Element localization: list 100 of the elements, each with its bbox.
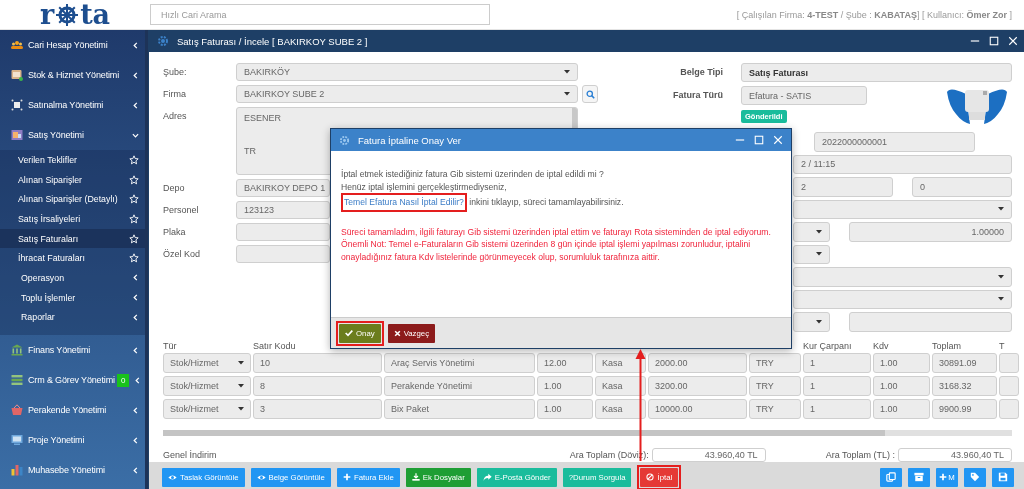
eye-icon bbox=[168, 472, 177, 482]
text-field[interactable]: Kasa bbox=[595, 375, 646, 396]
text-field[interactable]: 1.00 bbox=[537, 375, 593, 396]
sidebar-item[interactable]: Operasyon bbox=[0, 268, 145, 288]
sidebar-item[interactable]: Muhasebe Yönetimi bbox=[0, 455, 145, 486]
sidebar-item[interactable]: Proje Yönetimi bbox=[0, 425, 145, 456]
text-field[interactable]: Perakende Yönetimi bbox=[384, 375, 535, 396]
sidebar-item[interactable]: Crm & Görev Yönetimi 0 bbox=[0, 365, 145, 396]
text-field[interactable]: 1.00 bbox=[537, 398, 593, 419]
text-field[interactable] bbox=[236, 223, 330, 241]
sidebar-item[interactable]: Satış Faturaları bbox=[0, 228, 145, 249]
sidebar-item[interactable]: Cari Hesap Yönetimi bbox=[0, 30, 145, 60]
archive-button[interactable] bbox=[908, 467, 930, 487]
sidebar-item[interactable]: Alınan Siparişler (Detaylı) bbox=[0, 189, 145, 210]
text-field[interactable]: Bix Paket bbox=[384, 398, 535, 419]
field-label: Ara Toplam (TL) : bbox=[825, 449, 895, 460]
select-field[interactable]: BAKIRKÖY bbox=[236, 63, 578, 81]
text-field[interactable]: 1 bbox=[803, 375, 871, 396]
text-field[interactable]: 12.00 bbox=[537, 352, 593, 373]
text-field[interactable]: 9900.99 bbox=[932, 398, 997, 419]
logo-text: ta bbox=[80, 0, 111, 29]
text-field[interactable]: 2 bbox=[793, 177, 893, 197]
sidebar-item[interactable]: Satış Yönetimi bbox=[0, 120, 145, 150]
sidebar-item[interactable]: Satış İrsaliyeleri bbox=[0, 209, 145, 229]
text-field[interactable] bbox=[999, 398, 1019, 419]
text-field[interactable]: 3200.00 bbox=[648, 375, 747, 396]
text-field[interactable]: 30891.09 bbox=[932, 352, 997, 373]
select-field[interactable] bbox=[793, 222, 830, 242]
copy-button[interactable] bbox=[880, 467, 902, 487]
text-field[interactable]: 0 bbox=[912, 177, 1012, 197]
text-field[interactable]: Araç Servis Yönetimi bbox=[384, 352, 535, 373]
save-button[interactable] bbox=[992, 467, 1014, 487]
text-field[interactable]: Efatura - SATIS bbox=[741, 86, 867, 105]
sidebar-item[interactable]: Perakende Yönetimi bbox=[0, 395, 145, 426]
check-icon bbox=[345, 329, 353, 337]
sidebar-item[interactable]: Finans Yönetimi bbox=[0, 335, 145, 366]
select-field[interactable] bbox=[793, 289, 1012, 309]
text-field[interactable]: 1.00 bbox=[873, 352, 930, 373]
caret-icon bbox=[238, 406, 244, 411]
text-field[interactable] bbox=[999, 352, 1019, 373]
search-button[interactable] bbox=[582, 85, 598, 103]
select-field[interactable] bbox=[793, 199, 1012, 219]
hint-text: Henüz iptal işlemini gerçekleştirmediyseniz, bbox=[341, 180, 508, 193]
text-field[interactable]: 1 bbox=[803, 398, 871, 419]
text-field[interactable]: 1.00 bbox=[873, 375, 930, 396]
sidebar-item[interactable]: Raporlar bbox=[0, 307, 145, 328]
eye-icon bbox=[256, 472, 266, 482]
text-field[interactable]: 1 bbox=[803, 352, 871, 373]
star-icon bbox=[129, 253, 139, 264]
sidebar-item[interactable]: Alınan Siparişler bbox=[0, 169, 145, 190]
sidebar-item[interactable]: Verilen Teklifler bbox=[0, 150, 145, 170]
close-icon bbox=[1008, 36, 1018, 46]
text-field[interactable] bbox=[236, 245, 330, 263]
download-icon bbox=[411, 473, 420, 481]
select-field[interactable] bbox=[793, 312, 830, 332]
text-field[interactable]: 2000.00 bbox=[648, 352, 747, 373]
text-field[interactable] bbox=[849, 312, 1012, 332]
text-field[interactable]: 2 / 11:15 bbox=[793, 154, 1012, 174]
text-field[interactable]: 1.00 bbox=[873, 398, 930, 419]
text-field[interactable]: TRY bbox=[749, 398, 801, 419]
search-field[interactable]: Hızlı Cari Arama bbox=[150, 4, 490, 25]
sidebar-item[interactable]: İhracat Faturaları bbox=[0, 248, 145, 269]
share-arrow-icon bbox=[482, 472, 492, 482]
select-field[interactable]: Stok/Hizmet bbox=[163, 398, 251, 419]
column-header: Toplam bbox=[932, 340, 961, 351]
text-field[interactable]: TRY bbox=[749, 375, 801, 396]
logo-text: r bbox=[39, 0, 55, 29]
text-field[interactable]: BAKIRKOY DEPO 1 bbox=[236, 179, 330, 197]
text-field[interactable]: 123123 bbox=[236, 201, 330, 219]
text-field[interactable]: Satış Faturası bbox=[741, 63, 1012, 82]
select-field[interactable] bbox=[793, 244, 830, 264]
text-field[interactable] bbox=[999, 375, 1019, 396]
text-field[interactable]: 2022000000001 bbox=[814, 132, 975, 152]
field-label: Özel Kod bbox=[163, 248, 202, 261]
star-icon bbox=[129, 213, 139, 224]
ship-wheel-icon bbox=[55, 2, 80, 27]
text-field[interactable]: 3 bbox=[253, 398, 382, 419]
tag-button[interactable] bbox=[964, 467, 986, 487]
text-field[interactable]: Kasa bbox=[595, 352, 646, 373]
scrollbar[interactable] bbox=[163, 429, 1012, 436]
text-field[interactable]: Kasa bbox=[595, 398, 646, 419]
select-field[interactable] bbox=[793, 267, 1012, 287]
list-icon bbox=[11, 374, 23, 387]
text-field[interactable]: 10 bbox=[253, 352, 382, 373]
caret-icon bbox=[998, 274, 1004, 279]
number-field[interactable]: 1.00000 bbox=[849, 222, 1012, 242]
text-field[interactable]: 3168.32 bbox=[932, 375, 997, 396]
select-field[interactable]: Stok/Hizmet bbox=[163, 375, 251, 396]
sidebar-item[interactable]: Toplu İşlemler bbox=[0, 287, 145, 308]
dialog-title: Fatura İptaline Onay Ver bbox=[358, 134, 461, 146]
field-label: Şube: bbox=[163, 66, 188, 79]
text-field[interactable]: 10000.00 bbox=[648, 398, 747, 419]
text-field[interactable]: TRY bbox=[749, 352, 801, 373]
select-field[interactable]: BAKIRKOY SUBE 2 bbox=[236, 85, 578, 103]
text-field[interactable]: 8 bbox=[253, 375, 382, 396]
help-link[interactable]: Temel Efatura Nasıl İptal Edilir? bbox=[344, 196, 464, 209]
sidebar-item[interactable]: Stok & Hizmet Yönetimi bbox=[0, 60, 145, 90]
sidebar-item[interactable]: Satınalma Yönetimi bbox=[0, 90, 145, 120]
select-field[interactable]: Stok/Hizmet bbox=[163, 352, 251, 373]
field-label: Firma bbox=[163, 88, 187, 101]
